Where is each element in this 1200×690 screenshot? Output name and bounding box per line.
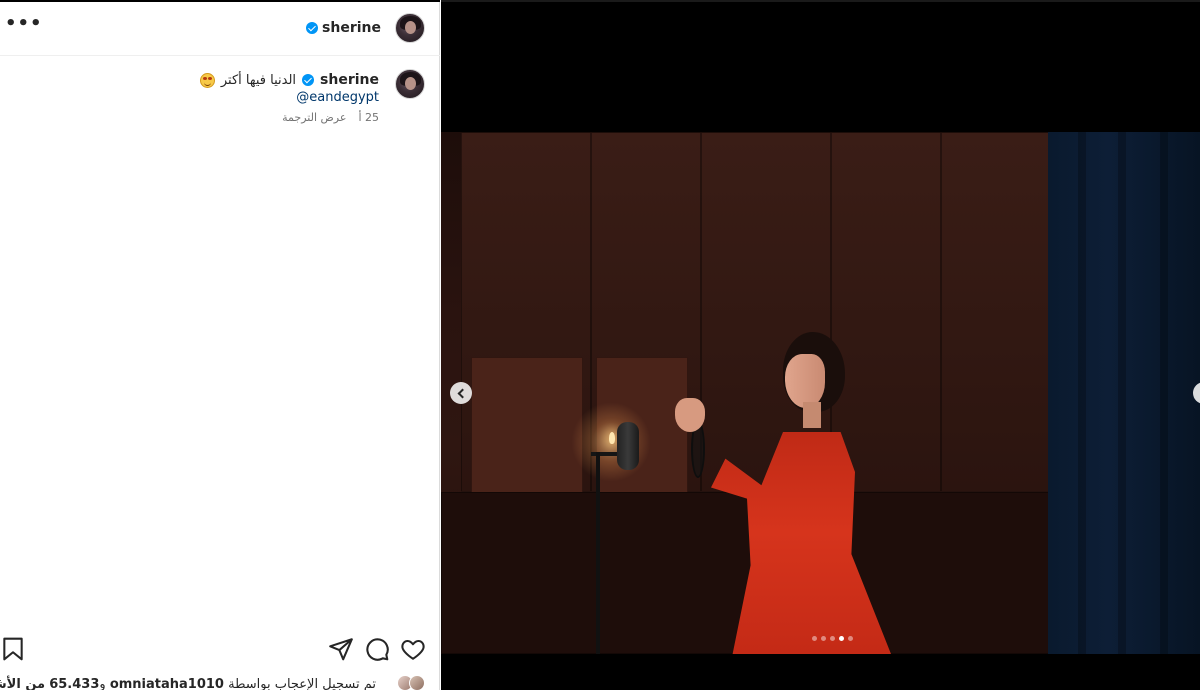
- author-avatar[interactable]: [395, 13, 425, 43]
- liker-avatar[interactable]: [409, 675, 425, 690]
- verified-badge-icon: [302, 74, 315, 86]
- author-username[interactable]: sherine: [322, 20, 381, 36]
- post-info-panel: ••• sherine sherine الدنيا فيها أكتر @ea: [0, 0, 440, 690]
- post-photo-singer-in-red-dress[interactable]: [441, 132, 1200, 654]
- smiling-face-emoji-icon: [199, 72, 215, 88]
- more-options-button[interactable]: •••: [5, 15, 42, 36]
- post-media-area: [441, 0, 1200, 690]
- carousel-dot: [812, 636, 817, 641]
- mention-link[interactable]: @eandegypt: [296, 90, 379, 105]
- save-bookmark-icon[interactable]: [0, 636, 26, 662]
- likes-summary: تم تسجيل الإعجاب بواسطة omniataha1010 و6…: [0, 672, 440, 690]
- instagram-post-modal: ••• sherine sherine الدنيا فيها أكتر @ea: [0, 0, 1200, 690]
- caption-text: الدنيا فيها أكتر: [220, 72, 297, 88]
- comment-bubble-icon[interactable]: [364, 636, 390, 662]
- carousel-dot: [821, 636, 826, 641]
- carousel-dot: [830, 636, 835, 641]
- liker-avatars: [379, 675, 425, 690]
- caption-line: sherine الدنيا فيها أكتر: [199, 72, 379, 88]
- post-time[interactable]: 25 أ: [358, 111, 379, 124]
- singer-face: [785, 354, 825, 408]
- microphone: [617, 422, 639, 470]
- post-caption: sherine الدنيا فيها أكتر @eandegypt 25 أ…: [0, 56, 440, 136]
- post-header: ••• sherine: [0, 2, 440, 56]
- author-row: sherine: [306, 20, 381, 36]
- like-heart-icon[interactable]: [400, 636, 426, 662]
- likes-text: تم تسجيل الإعجاب بواسطة omniataha1010 و6…: [0, 677, 376, 690]
- verified-badge-icon: [306, 22, 319, 34]
- candle-light: [609, 432, 615, 444]
- chevron-left-icon: [457, 388, 468, 398]
- likes-prefix: تم تسجيل الإعجاب بواسطة: [228, 677, 376, 690]
- previous-slide-button[interactable]: [450, 382, 472, 404]
- carousel-dots: [812, 636, 853, 641]
- share-paper-plane-icon[interactable]: [328, 636, 354, 662]
- carousel-dot: [839, 636, 844, 641]
- carousel-dot: [848, 636, 853, 641]
- mic-stand: [596, 452, 600, 654]
- action-bar: [0, 636, 440, 668]
- caption-username[interactable]: sherine: [320, 72, 379, 88]
- media-top-edge: [441, 0, 1200, 2]
- see-translation-link[interactable]: عرض الترجمة: [282, 111, 346, 124]
- caption-meta: 25 أ عرض الترجمة: [282, 111, 379, 124]
- likes-conjunction: و: [99, 677, 106, 690]
- blue-curtain: [1048, 132, 1200, 654]
- likes-suffix[interactable]: من الأشخاص: [0, 677, 45, 690]
- caption-avatar[interactable]: [395, 69, 425, 99]
- likes-count[interactable]: 65.433: [49, 677, 99, 690]
- singer-hand: [675, 398, 705, 432]
- liker-username[interactable]: omniataha1010: [110, 677, 224, 690]
